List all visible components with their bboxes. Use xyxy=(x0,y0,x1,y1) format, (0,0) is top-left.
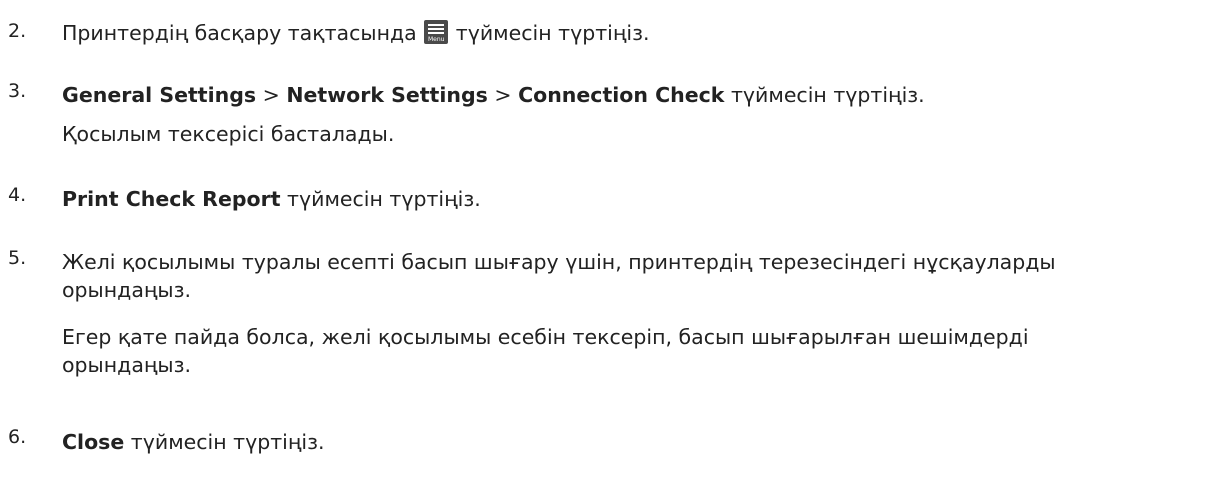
step-number: 5. xyxy=(8,247,27,269)
path-separator: > xyxy=(256,83,287,107)
path-item-connection-check: Connection Check xyxy=(518,83,725,107)
step-text-line-1: Желі қосылымы туралы есепті басып шығару… xyxy=(62,250,1056,274)
step-suffix: түймесін түртіңіз. xyxy=(287,187,481,211)
step-number: 3. xyxy=(8,80,27,102)
path-separator: > xyxy=(487,83,519,107)
step-note: Қосылым тексерісі басталады. xyxy=(62,122,395,146)
step-text: General Settings > Network Settings > Co… xyxy=(62,81,925,109)
step-number: 4. xyxy=(8,184,27,206)
step-number: 2. xyxy=(8,20,27,42)
step-note-line-2: орындаңыз. xyxy=(62,353,192,377)
step-text: Принтердің басқару тақтасында Menu түйме… xyxy=(62,19,650,47)
step-bold-label: Close xyxy=(62,430,125,454)
step-suffix: түймесін түртіңіз. xyxy=(730,83,925,107)
step-text-part: Принтердің басқару тақтасында xyxy=(62,21,417,45)
menu-icon-label: Menu xyxy=(428,36,445,43)
step-bold-label: Print Check Report xyxy=(62,187,281,211)
path-item-network-settings: Network Settings xyxy=(286,83,488,107)
step-text-part: түймесін түртіңіз. xyxy=(455,21,650,45)
step-suffix: түймесін түртіңіз. xyxy=(130,430,325,454)
step-note-line-1: Егер қате пайда болса, желі қосылымы есе… xyxy=(62,325,1029,349)
step-number: 6. xyxy=(8,426,27,448)
step-text: Print Check Report түймесін түртіңіз. xyxy=(62,185,481,213)
menu-icon: Menu xyxy=(424,20,449,44)
step-text: Close түймесін түртіңіз. xyxy=(62,428,325,456)
step-text-line-2: орындаңыз. xyxy=(62,278,192,302)
path-item-general-settings: General Settings xyxy=(62,83,257,107)
